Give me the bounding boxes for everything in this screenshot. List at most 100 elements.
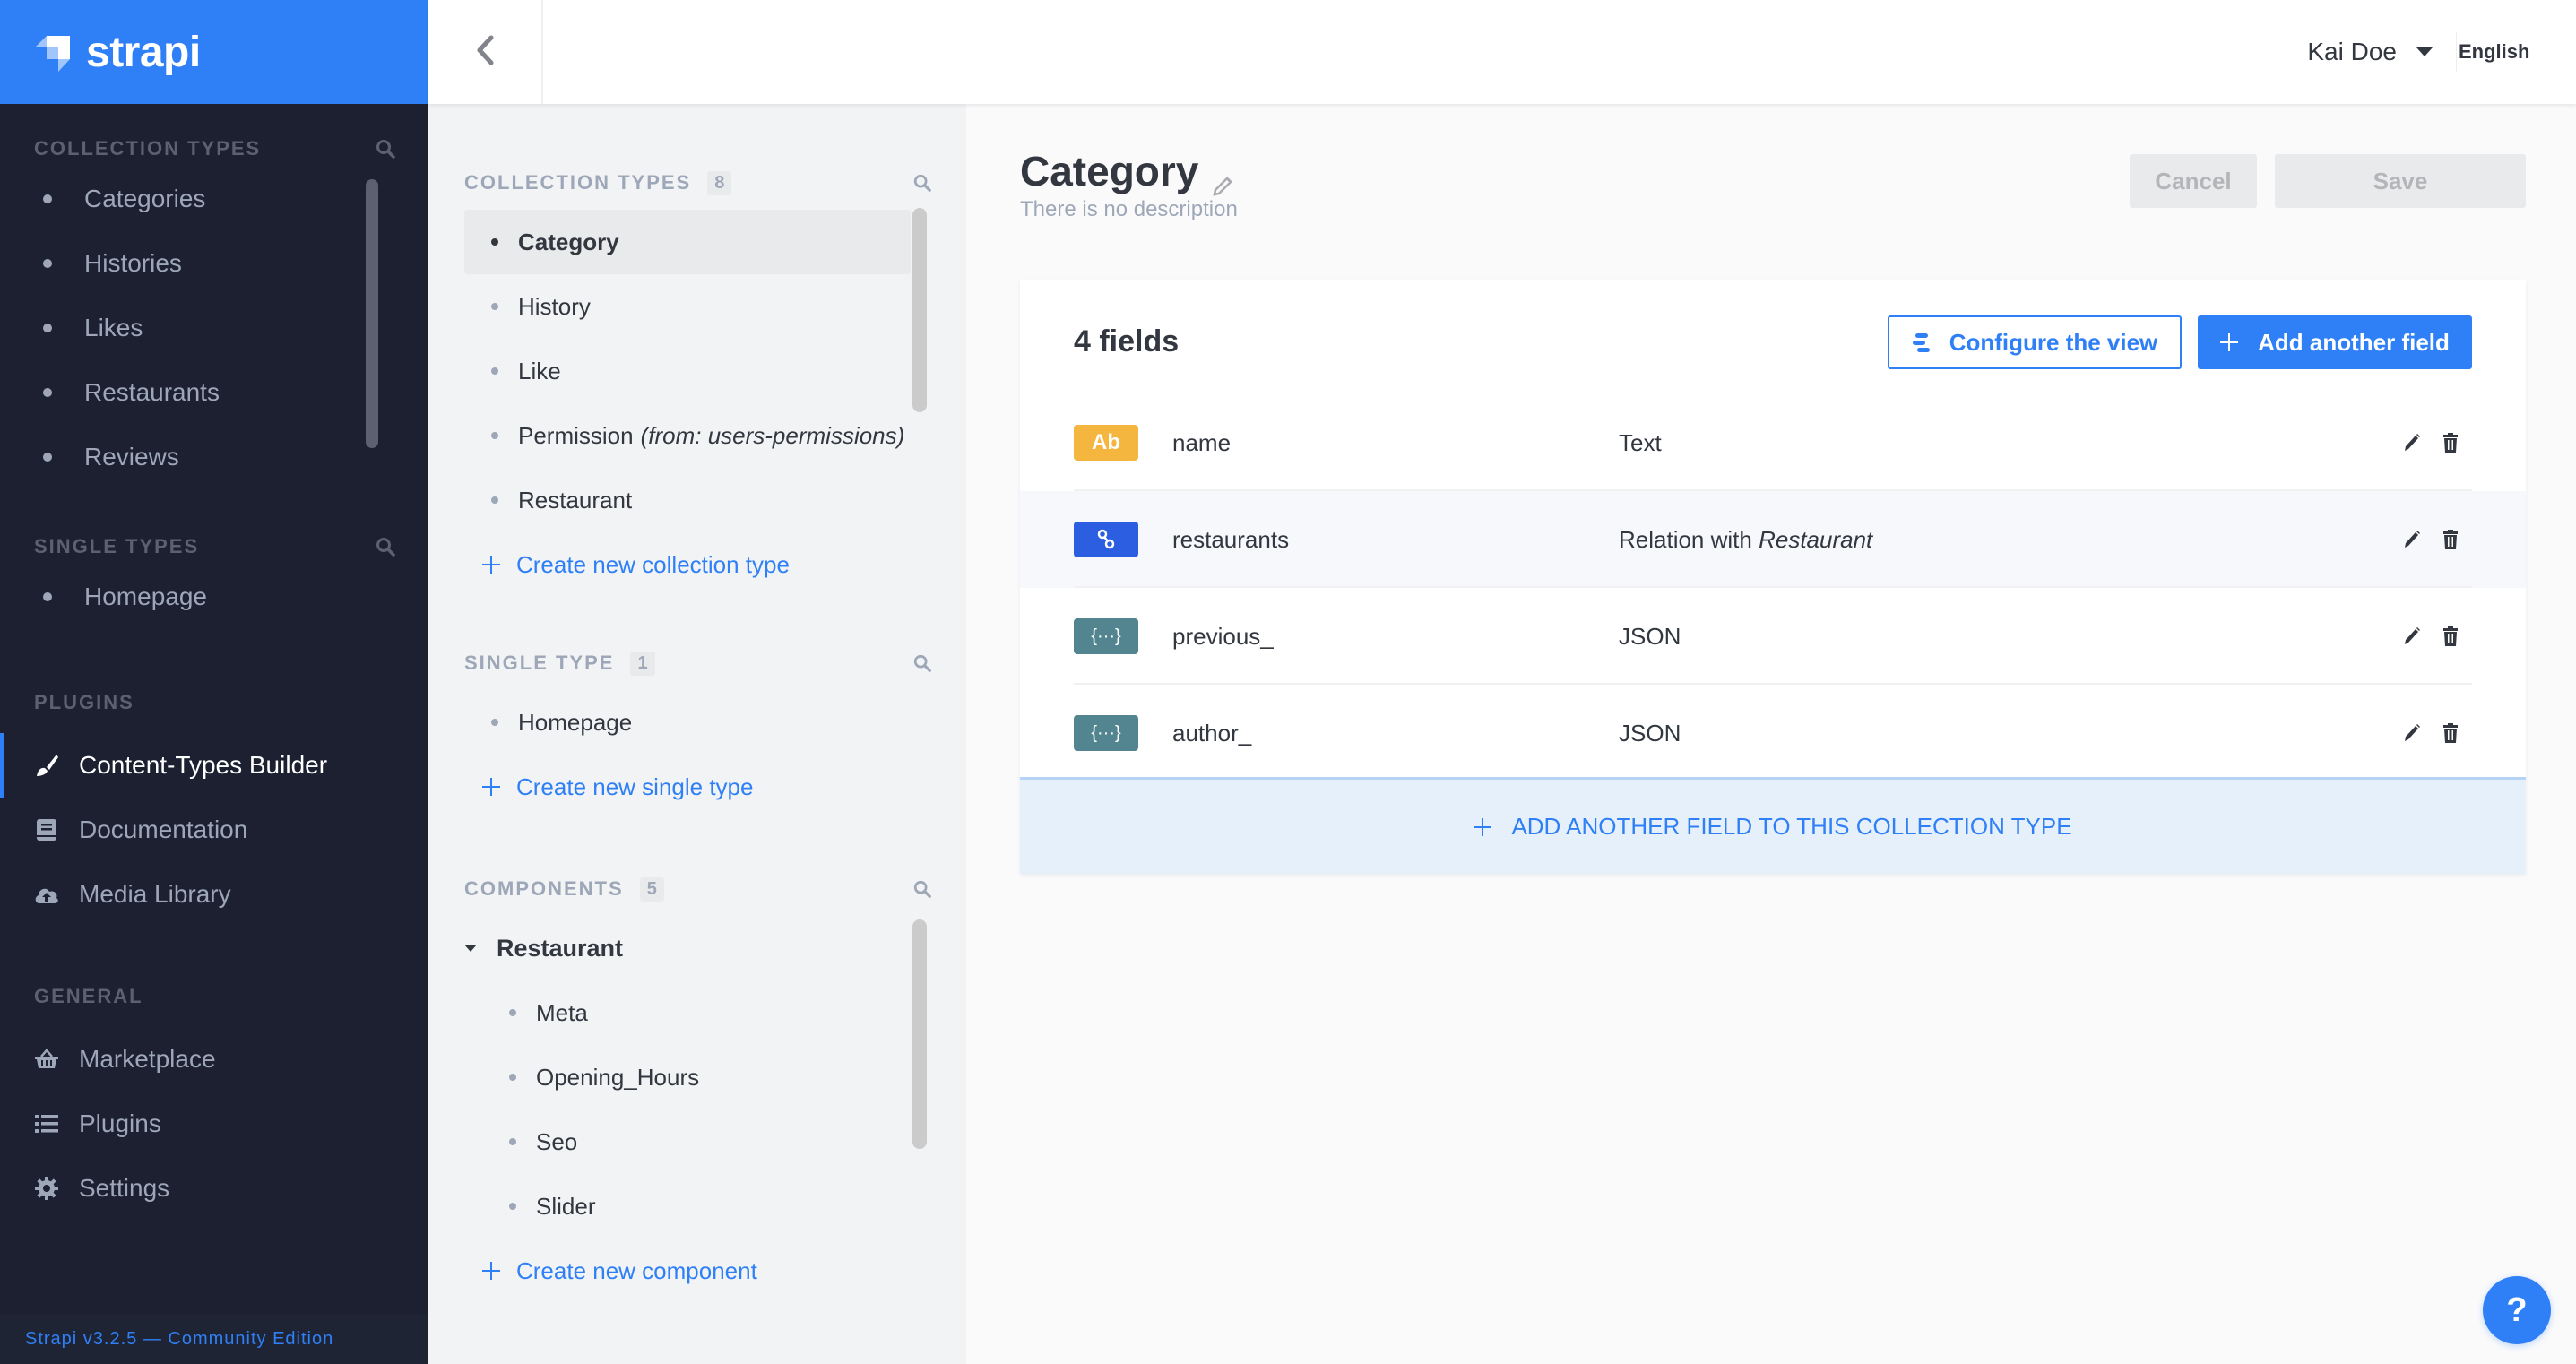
search-icon[interactable] — [375, 536, 396, 557]
bullet-icon — [509, 1138, 516, 1145]
plus-icon — [1474, 817, 1492, 836]
list-icon — [34, 1111, 59, 1136]
sidebar-item-documentation[interactable]: Documentation — [34, 798, 396, 862]
trash-icon[interactable] — [2442, 432, 2461, 453]
help-button[interactable]: ? — [2483, 1276, 2551, 1344]
field-type: Relation with Restaurant — [1619, 526, 1872, 554]
fields-card: 4 fields Configure the view Add another … — [1020, 280, 2526, 874]
search-icon[interactable] — [912, 173, 932, 193]
pencil-icon[interactable] — [1211, 160, 1234, 196]
count-badge: 5 — [639, 876, 664, 902]
sidebar-item-restaurants[interactable]: Restaurants — [34, 360, 396, 425]
component-group-restaurant[interactable]: Restaurant — [464, 916, 932, 980]
subnav-item-label: Restaurant — [518, 486, 633, 514]
sidebar-item-settings[interactable]: Settings — [34, 1156, 396, 1221]
configure-view-label: Configure the view — [1949, 328, 2158, 356]
bullet-icon — [491, 432, 498, 439]
sidebar-item-reviews[interactable]: Reviews — [34, 425, 396, 489]
chevron-left-icon — [475, 35, 495, 70]
create-collection-type-link[interactable]: Create new collection type — [464, 532, 932, 597]
version-footer: Strapi v3.2.5 — Community Edition — [0, 1314, 428, 1364]
bullet-icon — [509, 1074, 516, 1081]
nav-heading-label: GENERAL — [34, 985, 143, 1007]
sidebar-item-histories[interactable]: Histories — [34, 231, 396, 296]
count-badge: 8 — [707, 170, 732, 195]
trash-icon[interactable] — [2442, 529, 2461, 550]
subnav-item-seo[interactable]: Seo — [464, 1109, 932, 1174]
create-single-type-link[interactable]: Create new single type — [464, 755, 932, 819]
subnav-item-permission[interactable]: Permission (from: users-permissions) — [464, 403, 932, 468]
sidebar-item-likes[interactable]: Likes — [34, 296, 396, 360]
field-row[interactable]: {···} author_ JSON — [1020, 685, 2526, 781]
count-badge: 1 — [630, 651, 655, 676]
search-icon[interactable] — [375, 138, 396, 160]
nav-heading: PLUGINS — [34, 685, 396, 721]
field-row[interactable]: {···} previous_ JSON — [1020, 588, 2526, 685]
sidebar-item-plugins[interactable]: Plugins — [34, 1092, 396, 1156]
configure-view-button[interactable]: Configure the view — [1888, 315, 2182, 369]
brand-name: strapi — [86, 28, 201, 76]
bullet-icon — [509, 1009, 516, 1016]
nav-section-collection-types: COLLECTION TYPES Categories Histories Li… — [0, 131, 428, 489]
sidebar-item-homepage[interactable]: Homepage — [34, 565, 396, 629]
create-component-link[interactable]: Create new component — [464, 1239, 932, 1303]
link-icon — [1074, 522, 1138, 557]
sidebar-item-label: Restaurants — [84, 378, 220, 406]
sidebar-item-categories[interactable]: Categories — [34, 167, 396, 231]
nav-heading: GENERAL — [34, 979, 396, 1014]
subnav-item-category[interactable]: Category — [464, 210, 911, 274]
subnav-heading-label: COLLECTION TYPES — [464, 171, 692, 194]
sidebar-item-content-types-builder[interactable]: Content-Types Builder — [0, 733, 396, 798]
subnav-item-like[interactable]: Like — [464, 339, 932, 403]
pencil-icon[interactable] — [2402, 432, 2422, 453]
relation-target: Restaurant — [1759, 525, 1873, 553]
sidebar-item-label: Documentation — [79, 816, 248, 843]
subnav-item-restaurant[interactable]: Restaurant — [464, 468, 932, 532]
basket-icon — [34, 1047, 59, 1072]
back-button[interactable] — [428, 0, 543, 104]
search-icon[interactable] — [912, 653, 932, 673]
sidebar-scrollbar[interactable] — [366, 179, 378, 448]
row-actions — [2402, 626, 2461, 647]
gear-icon — [34, 1176, 59, 1201]
add-another-field-button[interactable]: Add another field — [2198, 315, 2472, 369]
pencil-icon[interactable] — [2402, 529, 2422, 550]
user-menu[interactable]: Kai Doe — [2307, 0, 2433, 104]
save-button[interactable]: Save — [2275, 154, 2526, 208]
subnav-item-homepage[interactable]: Homepage — [464, 690, 932, 755]
field-name: name — [1172, 428, 1232, 456]
content-types-panel: COLLECTION TYPES 8 Category History Like… — [428, 104, 966, 1364]
subnav-item-slider[interactable]: Slider — [464, 1174, 932, 1239]
sidebar-item-media-library[interactable]: Media Library — [34, 862, 396, 927]
nav-section-general: GENERAL Marketplace Plugins Settings — [0, 979, 428, 1221]
trash-icon[interactable] — [2442, 722, 2461, 744]
subnav-item-meta[interactable]: Meta — [464, 980, 932, 1045]
subnav-single-type: SINGLE TYPE 1 Homepage Create new single… — [464, 645, 932, 819]
nav-heading-label: SINGLE TYPES — [34, 535, 200, 557]
layout-icon — [1912, 332, 1933, 353]
sidebar-item-marketplace[interactable]: Marketplace — [34, 1027, 396, 1092]
subnav-components: COMPONENTS 5 Restaurant Meta Opening_Hou… — [464, 871, 932, 1303]
book-icon — [34, 817, 59, 842]
sidebar-item-label: Media Library — [79, 880, 231, 908]
bullet-icon — [43, 453, 52, 462]
bullet-icon — [491, 238, 498, 246]
field-row[interactable]: Ab name Text — [1020, 394, 2526, 491]
brand-header[interactable]: strapi — [0, 0, 428, 104]
trash-icon[interactable] — [2442, 626, 2461, 647]
bullet-icon — [43, 592, 52, 601]
components-scrollbar[interactable] — [912, 919, 927, 1149]
subnav-item-label: Category — [518, 228, 619, 255]
subnav-item-opening-hours[interactable]: Opening_Hours — [464, 1045, 932, 1109]
field-row[interactable]: restaurants Relation with Restaurant — [1020, 491, 2526, 588]
pencil-icon[interactable] — [2402, 722, 2422, 744]
search-icon[interactable] — [912, 879, 932, 899]
pencil-icon[interactable] — [2402, 626, 2422, 647]
field-type-label: Relation with — [1619, 525, 1752, 553]
fields-list: Ab name Text restaurants Relation with R… — [1020, 394, 2526, 781]
language-selector[interactable]: English — [2456, 32, 2576, 72]
subnav-item-history[interactable]: History — [464, 274, 932, 339]
collection-types-scrollbar[interactable] — [912, 208, 927, 412]
cancel-button[interactable]: Cancel — [2130, 154, 2257, 208]
add-field-to-collection-button[interactable]: ADD ANOTHER FIELD TO THIS COLLECTION TYP… — [1020, 777, 2526, 874]
